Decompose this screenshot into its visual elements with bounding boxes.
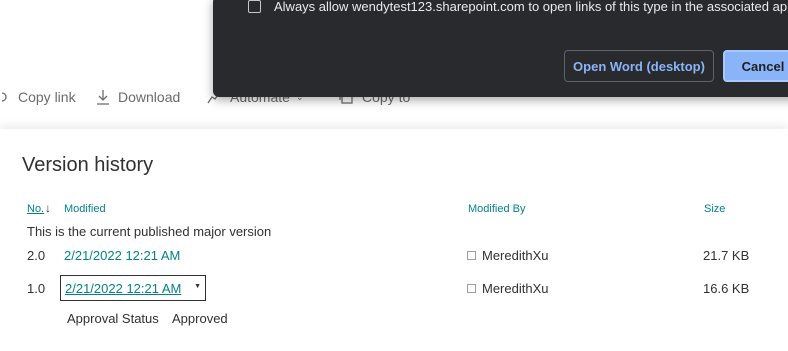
approval-status-label: Approval Status xyxy=(67,311,159,326)
sort-descending-icon: ↓ xyxy=(45,201,51,215)
always-allow-checkbox[interactable] xyxy=(248,0,261,13)
modified-by-name: MeredithXu xyxy=(482,281,549,296)
download-label: Download xyxy=(118,89,181,105)
page-title: Version history xyxy=(22,154,154,176)
version-actions-dropdown[interactable]: 2/21/2022 12:21 AM ▼ xyxy=(60,275,206,301)
column-header-size[interactable]: Size xyxy=(704,203,725,215)
open-app-prompt: Always allow wendytest123.sharepoint.com… xyxy=(213,0,788,97)
copy-link-label: Copy link xyxy=(18,89,76,105)
column-header-no[interactable]: No. xyxy=(27,203,44,215)
cancel-button[interactable]: Cancel xyxy=(723,50,788,82)
copy-link-button[interactable]: Copy link xyxy=(0,88,76,106)
download-button[interactable]: Download xyxy=(96,88,180,106)
current-version-note: This is the current published major vers… xyxy=(27,224,272,239)
approval-status-value: Approved xyxy=(172,311,228,326)
version-modified-link[interactable]: 2/21/2022 12:21 AM xyxy=(65,281,181,296)
version-number: 2.0 xyxy=(27,248,46,263)
modified-by-name: MeredithXu xyxy=(482,248,549,263)
version-modified-link[interactable]: 2/21/2022 12:21 AM xyxy=(64,248,180,263)
version-number: 1.0 xyxy=(27,281,46,296)
modified-by-user[interactable]: MeredithXu xyxy=(467,248,548,263)
version-size: 16.6 KB xyxy=(703,281,750,296)
version-size: 21.7 KB xyxy=(703,248,750,263)
column-header-modified-by[interactable]: Modified By xyxy=(468,203,525,215)
user-presence-icon xyxy=(467,251,476,260)
open-word-desktop-button[interactable]: Open Word (desktop) xyxy=(564,50,714,82)
user-presence-icon xyxy=(467,284,476,293)
modified-by-user[interactable]: MeredithXu xyxy=(467,281,548,296)
download-icon xyxy=(96,89,110,105)
always-allow-label[interactable]: Always allow wendytest123.sharepoint.com… xyxy=(274,0,788,14)
version-history-panel: Version history No. ↓ Modified Modified … xyxy=(0,129,788,351)
column-header-modified[interactable]: Modified xyxy=(64,203,106,215)
caret-down-icon[interactable]: ▼ xyxy=(194,283,201,290)
link-icon xyxy=(0,90,10,104)
